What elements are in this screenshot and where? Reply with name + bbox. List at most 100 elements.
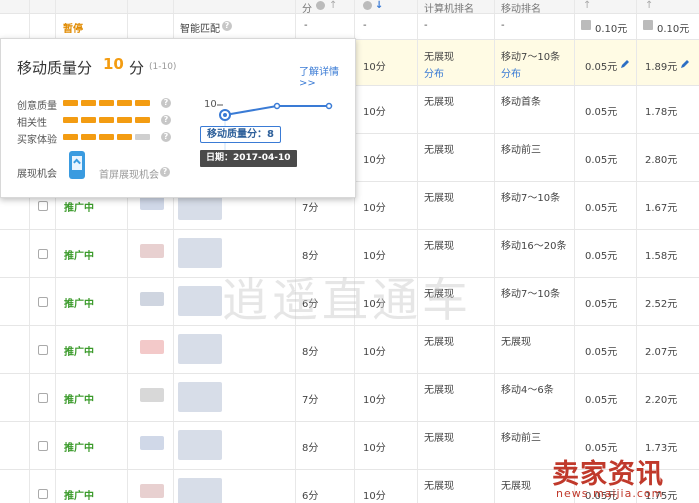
metric-label: 创意质量 — [17, 101, 57, 112]
col-score-header[interactable]: 分 — [302, 0, 312, 15]
chart-point — [273, 102, 281, 110]
product-thumbnail — [140, 484, 164, 498]
distribution-link[interactable]: 分布 — [424, 65, 444, 80]
distribution-link[interactable]: 分布 — [501, 65, 521, 80]
bid-pc[interactable]: 0.05元 — [585, 247, 617, 262]
score-cell: 6分 — [302, 491, 319, 502]
product-title — [178, 478, 222, 503]
row-checkbox[interactable] — [38, 249, 48, 259]
status-badge: 暂停 — [63, 24, 83, 35]
metric-bar-segment — [117, 134, 132, 140]
bid-mobile[interactable]: 1.58元 — [645, 247, 677, 262]
brand-watermark: 卖家资讯 — [552, 459, 664, 490]
status-badge: 推广中 — [64, 299, 94, 310]
arrow-down-icon[interactable]: ↓ — [375, 0, 383, 11]
bid-pc[interactable]: 0.05元 — [585, 295, 617, 310]
bid-mobile[interactable]: 1.89元 — [645, 58, 677, 73]
metric-label: 相关性 — [17, 118, 47, 129]
status-badge: 推广中 — [64, 203, 94, 214]
bid-mobile[interactable]: 1.78元 — [645, 103, 677, 118]
quality-cell: 10分 — [363, 62, 386, 73]
mobile-rank-cell: 移动16～20条 — [501, 241, 567, 252]
metric-bar-segment — [135, 117, 150, 123]
metric-bar-segment — [99, 117, 114, 123]
popover-title: 移动质量分 — [17, 59, 93, 77]
product-thumbnail — [140, 292, 164, 306]
calc-rank-cell: 无展现 — [424, 145, 454, 156]
metric-bar-segment — [81, 117, 96, 123]
quality-cell: 10分 — [363, 107, 386, 118]
display-chance-value: 首屏展现机会 — [99, 170, 159, 181]
help-icon[interactable]: ? — [161, 98, 171, 108]
bid-mobile[interactable]: 2.20元 — [645, 391, 677, 406]
calc-rank-cell: - — [424, 20, 428, 31]
bid-mobile[interactable]: 2.52元 — [645, 295, 677, 310]
help-icon[interactable]: ? — [161, 132, 171, 142]
quality-score-value: 10 — [103, 55, 124, 73]
learn-more-link[interactable]: 了解详情>> — [299, 63, 355, 89]
bid-mobile[interactable]: 0.10元 — [657, 20, 689, 35]
quality-cell: 10分 — [363, 491, 386, 502]
product-title — [178, 334, 222, 364]
product-thumbnail — [140, 196, 164, 210]
calc-rank-cell: 无展现 — [424, 97, 454, 108]
metric-bar-segment — [135, 100, 150, 106]
table-row: 推广中 8分 10分 无展现 无展现 0.05元 2.07元 — [0, 326, 699, 374]
calc-rank-cell: 无展现 — [424, 337, 454, 348]
metric-label: 买家体验 — [17, 135, 57, 146]
help-icon[interactable]: ? — [222, 21, 232, 31]
quality-cell: 10分 — [363, 203, 386, 214]
match-type: 智能匹配 — [180, 24, 220, 35]
row-checkbox[interactable] — [38, 297, 48, 307]
status-badge: 推广中 — [64, 251, 94, 262]
mobile-rank-cell: 移动7～10条 — [501, 193, 561, 204]
help-icon[interactable]: ? — [161, 115, 171, 125]
mobile-rank-cell: 移动7～10条 — [501, 52, 561, 63]
arrow-up-icon[interactable]: ↑ — [645, 0, 653, 11]
quality-cell: 10分 — [363, 395, 386, 406]
edit-icon[interactable] — [679, 58, 691, 70]
status-badge: 推广中 — [64, 443, 94, 454]
pc-icon — [581, 20, 591, 30]
calc-rank-cell: 无展现 — [424, 385, 454, 396]
chart-point — [223, 113, 227, 117]
bid-mobile[interactable]: 1.67元 — [645, 199, 677, 214]
product-title — [178, 430, 222, 460]
metric-bar-segment — [63, 117, 78, 123]
sort-icon[interactable] — [363, 1, 372, 10]
mobile-rank-cell: 移动首条 — [501, 97, 541, 108]
row-checkbox[interactable] — [38, 201, 48, 211]
row-checkbox[interactable] — [38, 489, 48, 499]
row-checkbox[interactable] — [38, 345, 48, 355]
edit-icon[interactable] — [619, 58, 631, 70]
bid-pc[interactable]: 0.05元 — [585, 343, 617, 358]
bid-pc[interactable]: 0.05元 — [585, 151, 617, 166]
metric-bar-segment — [63, 100, 78, 106]
arrow-up-icon[interactable]: ↑ — [329, 0, 337, 11]
help-icon[interactable]: ? — [160, 167, 170, 177]
brand-url-watermark: news.maijia.com — [556, 487, 664, 500]
bid-pc[interactable]: 0.05元 — [585, 391, 617, 406]
calc-rank-cell: 无展现 — [424, 52, 454, 63]
mobile-rank-cell: 移动前三 — [501, 433, 541, 444]
bid-mobile[interactable]: 2.80元 — [645, 151, 677, 166]
metric-bar-segment — [81, 100, 96, 106]
arrow-up-icon[interactable]: ↑ — [583, 0, 591, 11]
mobile-rank-cell: 移动4～6条 — [501, 385, 554, 396]
col-calc-rank-header: 计算机排名 — [424, 4, 474, 15]
bid-pc[interactable]: 0.05元 — [585, 199, 617, 214]
product-thumbnail — [140, 244, 164, 258]
chart-tooltip: 移动质量分：8 — [200, 126, 281, 143]
metric-bar-segment — [117, 117, 132, 123]
row-checkbox[interactable] — [38, 393, 48, 403]
metric-bar-segment — [63, 134, 78, 140]
sort-icon[interactable] — [316, 1, 325, 10]
watermark-text: 逍遥直通车 — [222, 273, 472, 327]
product-title — [178, 382, 222, 412]
table-row: 暂停 智能匹配 ? - - - - 0.10元 0.10元 — [0, 14, 699, 40]
row-checkbox[interactable] — [38, 441, 48, 451]
bid-pc[interactable]: 0.05元 — [585, 58, 617, 73]
bid-pc[interactable]: 0.05元 — [585, 103, 617, 118]
bid-pc[interactable]: 0.10元 — [595, 20, 627, 35]
bid-mobile[interactable]: 2.07元 — [645, 343, 677, 358]
